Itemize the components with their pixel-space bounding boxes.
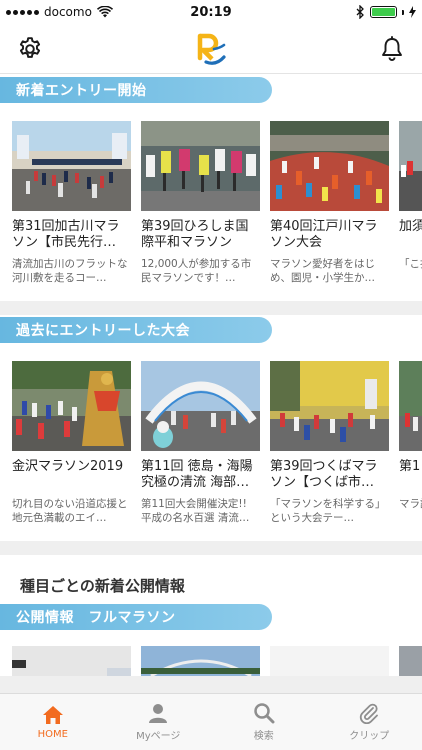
- battery-icon: [370, 6, 397, 18]
- section-new-entries: 新着エントリー開始 第31回加古川マラソン【市民先行… 清流加古川のフラットな河…: [0, 75, 422, 301]
- paperclip-icon: [360, 703, 379, 724]
- home-icon: [42, 706, 63, 724]
- event-thumbnail: [12, 121, 131, 211]
- event-description: マラ誰で: [399, 498, 422, 510]
- event-thumbnail: [270, 121, 389, 211]
- tab-mypage[interactable]: Myページ: [106, 694, 212, 750]
- status-right: [266, 5, 416, 19]
- app-header: [0, 24, 422, 74]
- clock: 20:19: [190, 4, 232, 20]
- event-title: 加須記念: [399, 219, 422, 234]
- event-description: 12,000人が参加する市民マラソンです！…: [141, 258, 252, 284]
- event-description: マラソン愛好者をはじめ、園児・小学生か…: [270, 258, 375, 284]
- event-title: 第11回 徳島・海陽究極の清流 海部…: [141, 459, 253, 490]
- event-card[interactable]: 加須記念 「こ打ち: [399, 121, 422, 285]
- event-card[interactable]: 金沢マラソン2019 切れ目のない沿道応援と地元色満載のエイ…: [12, 361, 131, 525]
- event-card[interactable]: 第1 マラ誰で: [399, 361, 422, 525]
- event-description: 清流加古川のフラットな河川敷を走るコー…: [12, 258, 128, 284]
- event-title: 金沢マラソン2019: [12, 459, 124, 474]
- card-carousel[interactable]: [0, 630, 422, 676]
- section-latest-by-category: 種目ごとの新着公開情報 公開情報 フルマラソン: [0, 555, 422, 676]
- status-left: docomo: [6, 5, 156, 19]
- event-title: 第39回つくばマラソン【つくば市…: [270, 459, 378, 490]
- event-thumbnail: [141, 361, 260, 451]
- event-card[interactable]: 第39回つくばマラソン【つくば市… 「マラソンを科学する」という大会テー…: [270, 361, 389, 525]
- notifications-button[interactable]: [376, 33, 408, 65]
- event-thumbnail: [399, 121, 422, 211]
- settings-button[interactable]: [14, 33, 46, 65]
- event-thumbnail: [270, 361, 389, 451]
- wifi-icon: [96, 6, 113, 18]
- event-description: 切れ目のない沿道応援と地元色満載のエイ…: [12, 498, 128, 524]
- gear-icon: [19, 36, 41, 58]
- event-thumbnail: [399, 646, 422, 676]
- person-icon: [149, 704, 168, 723]
- bell-icon: [382, 35, 402, 61]
- bottom-tab-bar: HOME Myページ 検索 クリップ: [0, 693, 422, 750]
- section-past-entries: 過去にエントリーした大会 金沢マラソン2019 切れ目のない沿道応援と地元色満載…: [0, 315, 422, 541]
- event-card[interactable]: [12, 646, 131, 676]
- event-thumbnail: [12, 646, 131, 676]
- event-title: 第31回加古川マラソン【市民先行…: [12, 219, 120, 250]
- search-icon: [254, 703, 275, 724]
- section-banner: 過去にエントリーした大会: [0, 317, 272, 343]
- section-banner: 公開情報 フルマラソン: [0, 604, 272, 630]
- event-thumbnail: [141, 121, 260, 211]
- event-card[interactable]: [399, 646, 422, 676]
- battery-level: [372, 8, 395, 16]
- section-heading: 種目ごとの新着公開情報: [0, 555, 422, 604]
- event-card[interactable]: 第11回 徳島・海陽究極の清流 海部… 第11回大会開催決定!! 平成の名水百選…: [141, 361, 260, 525]
- event-card[interactable]: 第39回ひろしま国際平和マラソン 12,000人が参加する市民マラソンです！…: [141, 121, 260, 285]
- event-description: 「こ打ち: [399, 258, 422, 270]
- card-carousel[interactable]: 金沢マラソン2019 切れ目のない沿道応援と地元色満載のエイ… 第11回 徳島・…: [0, 343, 422, 541]
- section-banner: 新着エントリー開始: [0, 77, 272, 103]
- event-description: 「マラソンを科学する」という大会テー…: [270, 498, 386, 524]
- event-card[interactable]: 第31回加古川マラソン【市民先行… 清流加古川のフラットな河川敷を走るコー…: [12, 121, 131, 285]
- tab-search[interactable]: 検索: [211, 694, 317, 750]
- signal-strength-icon: [6, 9, 39, 15]
- event-title: 第1: [399, 459, 421, 474]
- event-title: 第39回ひろしま国際平和マラソン: [141, 219, 249, 250]
- tab-home[interactable]: HOME: [0, 694, 106, 750]
- charging-bolt-icon: [409, 6, 416, 18]
- status-bar: docomo 20:19: [0, 0, 422, 24]
- event-thumbnail: [141, 646, 260, 676]
- main-content[interactable]: 新着エントリー開始 第31回加古川マラソン【市民先行… 清流加古川のフラットな河…: [0, 75, 422, 693]
- app-logo-icon: [197, 33, 226, 65]
- tab-clip[interactable]: クリップ: [317, 694, 422, 750]
- app-logo: [191, 29, 231, 69]
- event-thumbnail: [270, 646, 389, 676]
- event-description: 第11回大会開催決定!! 平成の名水百選 清流…: [141, 498, 250, 524]
- tab-label: Myページ: [136, 731, 181, 742]
- event-card[interactable]: [270, 646, 389, 676]
- carrier-name: docomo: [44, 5, 92, 19]
- event-card[interactable]: 第40回江戸川マラソン大会 マラソン愛好者をはじめ、園児・小学生か…: [270, 121, 389, 285]
- bluetooth-icon: [356, 5, 364, 19]
- tab-label: 検索: [253, 731, 274, 742]
- tab-label: HOME: [37, 729, 68, 740]
- event-title: 第40回江戸川マラソン大会: [270, 219, 378, 250]
- battery-tip: [402, 9, 404, 15]
- tab-label: クリップ: [349, 731, 390, 742]
- event-card[interactable]: [141, 646, 260, 676]
- card-carousel[interactable]: 第31回加古川マラソン【市民先行… 清流加古川のフラットな河川敷を走るコー… 第…: [0, 103, 422, 301]
- event-thumbnail: [399, 361, 422, 451]
- event-thumbnail: [12, 361, 131, 451]
